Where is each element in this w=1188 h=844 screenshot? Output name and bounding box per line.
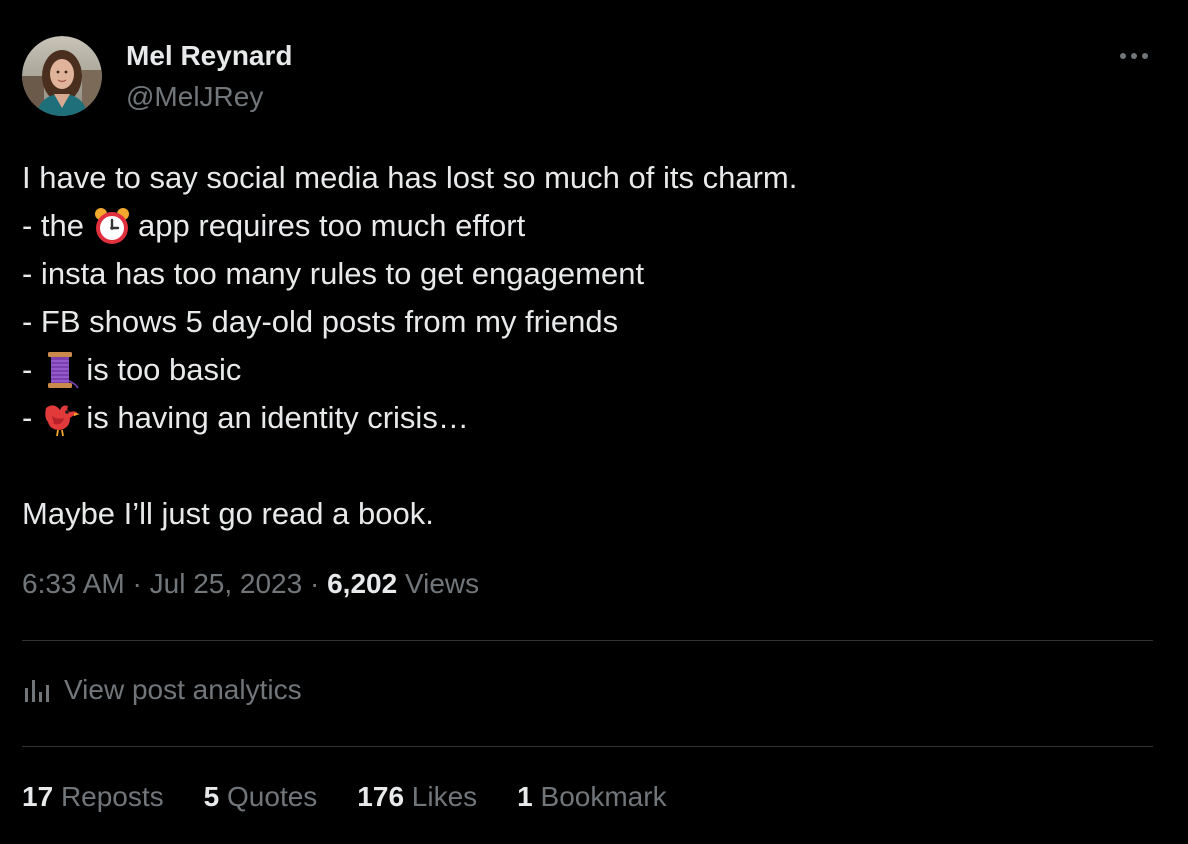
divider xyxy=(22,640,1153,641)
meta-separator: · xyxy=(132,568,142,599)
post-line-text: is too basic xyxy=(86,352,242,387)
stat-label: Likes xyxy=(411,781,478,812)
post-line-text: - xyxy=(22,400,33,435)
bookmarks-stat[interactable]: 1 Bookmark xyxy=(517,781,666,813)
post-line-text: - insta has too many rules to get engage… xyxy=(22,256,645,291)
display-name[interactable]: Mel Reynard xyxy=(126,40,293,72)
meta-separator: · xyxy=(309,568,320,599)
alarm-clock-emoji xyxy=(95,208,130,244)
post-line-blank xyxy=(22,442,1152,490)
post-line: - is too basic xyxy=(22,346,1152,394)
stat-count: 5 xyxy=(203,781,220,812)
post-line: - insta has too many rules to get engage… xyxy=(22,250,1152,298)
post-line: - is having an identity crisis… xyxy=(22,394,1152,442)
view-post-analytics-link[interactable]: View post analytics xyxy=(22,674,302,706)
divider xyxy=(22,746,1153,747)
stat-label: Reposts xyxy=(60,781,164,812)
engagement-stats: 17 Reposts 5 Quotes 176 Likes 1 Bookmark xyxy=(22,781,707,813)
post-date[interactable]: Jul 25, 2023 xyxy=(150,568,303,599)
thread-spool-emoji xyxy=(48,352,80,389)
post-line: Maybe I’ll just go read a book. xyxy=(22,490,1152,538)
stat-count: 176 xyxy=(357,781,405,812)
more-options-button[interactable] xyxy=(1112,40,1156,72)
post-line-text: I have to say social media has lost so m… xyxy=(22,160,798,195)
stat-count: 17 xyxy=(22,781,54,812)
likes-stat[interactable]: 176 Likes xyxy=(357,781,477,813)
post-line-text: - FB shows 5 day-old posts from my frien… xyxy=(22,304,619,339)
post-time[interactable]: 6:33 AM xyxy=(22,568,125,599)
stat-label: Bookmark xyxy=(540,781,667,812)
post-line: I have to say social media has lost so m… xyxy=(22,154,1152,202)
bird-emoji xyxy=(45,405,81,437)
post-line: - FB shows 5 day-old posts from my frien… xyxy=(22,298,1152,346)
avatar[interactable] xyxy=(22,36,102,116)
quotes-stat[interactable]: 5 Quotes xyxy=(204,781,318,813)
post-line-text: - xyxy=(22,352,33,387)
reposts-stat[interactable]: 17 Reposts xyxy=(22,781,164,813)
post-line: - the app requires too much effort xyxy=(22,202,1152,250)
post-text: I have to say social media has lost so m… xyxy=(22,154,1152,538)
stat-label: Quotes xyxy=(227,781,318,812)
post-meta: 6:33 AM · Jul 25, 2023 · 6,202 Views xyxy=(22,568,479,600)
views-label: Views xyxy=(404,568,480,599)
views-count: 6,202 xyxy=(327,568,398,599)
more-horizontal-icon xyxy=(1120,53,1148,59)
analytics-label: View post analytics xyxy=(64,674,302,705)
stat-count: 1 xyxy=(517,781,533,812)
user-handle[interactable]: @MelJRey xyxy=(126,81,263,113)
post-line-text: Maybe I’ll just go read a book. xyxy=(22,496,434,531)
post-line-text: is having an identity crisis… xyxy=(86,400,469,435)
post-line-text: - the xyxy=(22,208,85,243)
bar-chart-icon xyxy=(25,680,49,702)
post-line-text: app requires too much effort xyxy=(138,208,526,243)
